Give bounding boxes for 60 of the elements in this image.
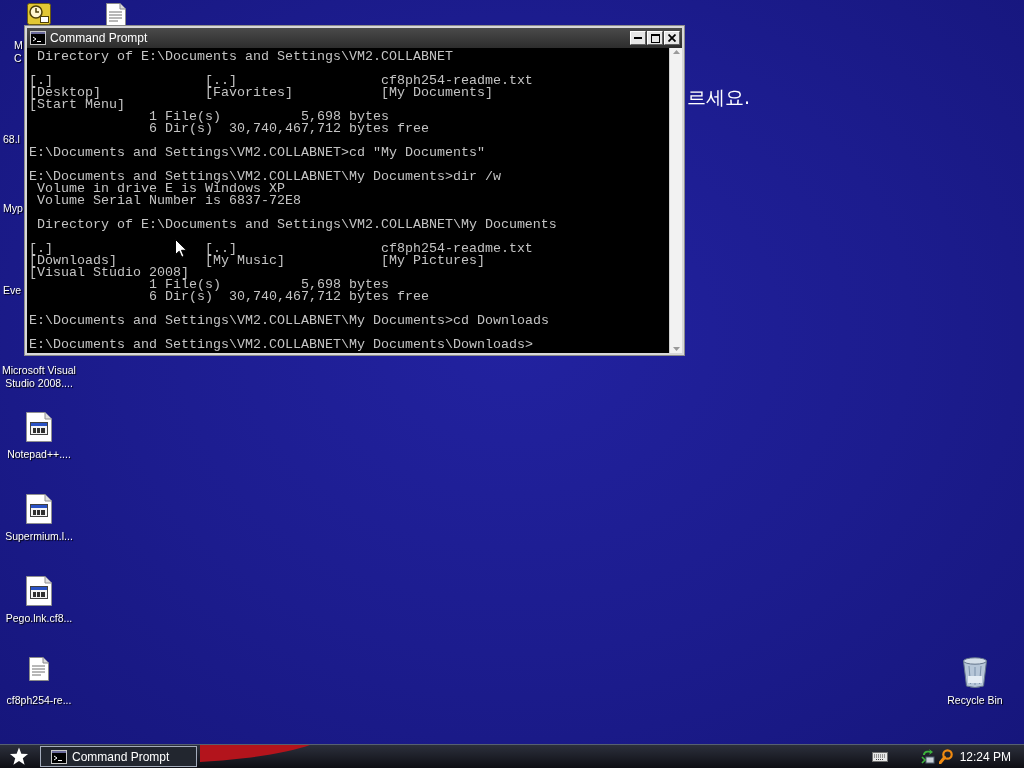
star-icon bbox=[9, 747, 29, 766]
console-line: 1 File(s) 5,698 bytes bbox=[148, 279, 389, 291]
icon-label[interactable]: Myp bbox=[3, 202, 23, 215]
trash-icon[interactable] bbox=[962, 657, 988, 689]
keyboard-icon[interactable] bbox=[871, 751, 888, 762]
clock-text: 12:24 PM bbox=[959, 749, 1011, 764]
listing-entry: [Downloads] bbox=[29, 255, 117, 267]
console-icon bbox=[30, 31, 46, 45]
console-icon bbox=[51, 749, 67, 764]
listing-entry: cf8ph254-readme.txt bbox=[380, 243, 533, 255]
console-line: Directory of E:\Documents and Settings\VM2.COLLABNET\My Documents bbox=[37, 219, 557, 231]
listing-entry: [My Music] bbox=[204, 255, 285, 267]
console-line: Volume Serial Number is 6837-72E8 bbox=[37, 195, 301, 207]
icon-label[interactable]: 68.l bbox=[3, 133, 20, 146]
console-line: 1 File(s) 5,698 bytes bbox=[148, 111, 389, 123]
search-icon[interactable] bbox=[938, 749, 953, 764]
close-icon bbox=[668, 34, 676, 42]
program-file-icon[interactable] bbox=[26, 576, 52, 606]
desktop-message: 르세요. bbox=[687, 85, 751, 109]
program-file-icon[interactable] bbox=[26, 494, 52, 524]
listing-entry: [Start Menu] bbox=[29, 99, 125, 111]
maximize-icon bbox=[650, 33, 660, 43]
console-line: 6 Dir(s) 30,740,467,712 bytes free bbox=[148, 123, 429, 135]
icon-label[interactable]: Supermium.l... bbox=[5, 530, 73, 543]
listing-entry: [..] bbox=[204, 243, 237, 255]
listing-entry: [Desktop] bbox=[29, 87, 101, 99]
icon-label[interactable]: Notepad++.... bbox=[7, 448, 71, 461]
listing-entry: cf8ph254-readme.txt bbox=[380, 75, 533, 87]
document-icon[interactable] bbox=[29, 657, 49, 681]
close-button[interactable] bbox=[664, 31, 680, 45]
console-line: 6 Dir(s) 30,740,467,712 bytes free bbox=[148, 291, 429, 303]
console-line: Directory of E:\Documents and Settings\VM2.COLLABNET bbox=[37, 51, 453, 63]
icon-label[interactable]: cf8ph254-re... bbox=[6, 694, 72, 707]
document-icon[interactable] bbox=[106, 3, 126, 27]
listing-entry: [.] bbox=[29, 75, 53, 87]
window-title: Command Prompt bbox=[50, 31, 148, 45]
listing-entry: [Visual Studio 2008] bbox=[29, 267, 189, 279]
icon-label[interactable]: Pego.lnk.cf8... bbox=[5, 612, 73, 625]
program-file-icon[interactable] bbox=[26, 412, 52, 442]
taskbar-button[interactable]: Command Prompt bbox=[40, 746, 197, 767]
listing-entry: [My Pictures] bbox=[380, 255, 485, 267]
minimize-icon bbox=[634, 37, 642, 39]
console-line: E:\Documents and Settings\VM2.COLLABNET\My Documents>cd Downloads bbox=[29, 315, 549, 327]
listing-entry: [My Documents] bbox=[380, 87, 493, 99]
listing-entry: [..] bbox=[204, 75, 237, 87]
pointer-icon bbox=[175, 239, 187, 258]
clock-icon[interactable] bbox=[27, 3, 51, 25]
listing-entry: [Favorites] bbox=[204, 87, 293, 99]
icon-label[interactable]: M C bbox=[14, 39, 23, 65]
console-line: E:\Documents and Settings\VM2.COLLABNET\My Documents>dir /w bbox=[29, 171, 501, 183]
icon-label[interactable]: Microsoft Visual Studio 2008.... bbox=[0, 364, 78, 390]
minimize-button[interactable] bbox=[630, 31, 646, 45]
listing-entry: [.] bbox=[29, 243, 53, 255]
arrows-icon[interactable] bbox=[920, 749, 935, 764]
console-line: E:\Documents and Settings\VM2.COLLABNET\My Documents\Downloads> bbox=[29, 339, 533, 351]
console-line: E:\Documents and Settings\VM2.COLLABNET>cd "My Documents" bbox=[29, 147, 485, 159]
maximize-button[interactable] bbox=[647, 31, 663, 45]
icon-label[interactable]: Recycle Bin bbox=[947, 694, 1003, 707]
console-line: Volume in drive E is Windows XP bbox=[37, 183, 285, 195]
icon-label[interactable]: Eve bbox=[3, 284, 22, 297]
